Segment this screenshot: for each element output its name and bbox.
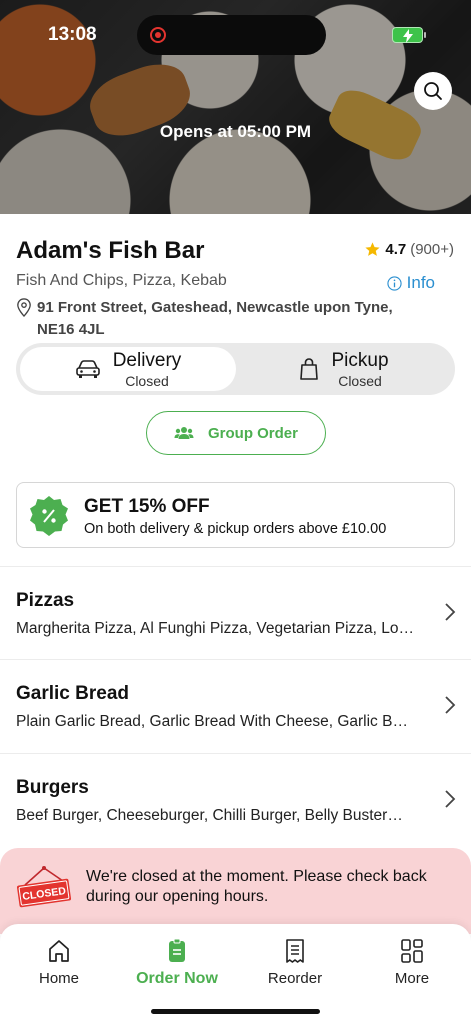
category-name: Pizzas — [16, 590, 75, 611]
tab-label: Reorder — [267, 970, 323, 987]
tab-home[interactable]: Home — [0, 938, 118, 987]
category-row-burgers[interactable]: Burgers Beef Burger, Cheeseburger, Chill… — [16, 777, 456, 825]
tab-reorder[interactable]: Reorder — [236, 938, 354, 987]
delivery-label: Delivery — [112, 349, 182, 371]
recording-icon — [150, 27, 166, 43]
promo-title: GET 15% OFF — [84, 496, 210, 517]
location-pin-icon — [17, 298, 31, 317]
closed-banner: CLOSED We're closed at the moment. Pleas… — [0, 848, 471, 934]
rating: 4.7 (900+) — [364, 241, 454, 258]
category-name: Garlic Bread — [16, 683, 129, 704]
shopping-bag-icon — [300, 358, 319, 380]
category-items: Beef Burger, Cheeseburger, Chilli Burger… — [16, 807, 403, 824]
battery-icon — [392, 27, 426, 43]
pickup-label: Pickup — [331, 349, 389, 371]
category-row-pizzas[interactable]: Pizzas Margherita Pizza, Al Funghi Pizza… — [16, 590, 456, 638]
order-icon — [169, 938, 185, 962]
closed-message: We're closed at the moment. Please check… — [86, 868, 427, 905]
tab-label: Order Now — [136, 970, 218, 987]
group-icon — [174, 427, 194, 439]
category-row-garlic-bread[interactable]: Garlic Bread Plain Garlic Bread, Garlic … — [16, 683, 456, 731]
chevron-right-icon — [445, 790, 456, 808]
rating-value: 4.7 — [385, 241, 407, 258]
grid-icon — [401, 939, 423, 963]
tab-order-now[interactable]: Order Now — [118, 938, 236, 988]
info-icon — [387, 275, 402, 291]
dynamic-island — [137, 15, 326, 55]
star-icon — [365, 242, 380, 256]
chevron-right-icon — [445, 603, 456, 621]
cuisine-list: Fish And Chips, Pizza, Kebab — [16, 272, 227, 289]
home-indicator — [151, 1009, 320, 1014]
info-label: Info — [406, 273, 435, 292]
search-icon — [424, 82, 442, 100]
order-mode-toggle: Delivery Closed Pickup Closed — [16, 343, 455, 395]
opening-time-label: Opens at 05:00 PM — [159, 122, 312, 141]
search-button[interactable] — [414, 72, 452, 110]
tab-label: More — [394, 970, 430, 987]
divider — [0, 566, 471, 567]
discount-badge-icon — [30, 496, 68, 536]
category-items: Margherita Pizza, Al Funghi Pizza, Veget… — [16, 620, 415, 637]
info-button[interactable]: Info — [387, 273, 435, 293]
promo-subtitle: On both delivery & pickup orders above £… — [84, 521, 387, 537]
home-icon — [49, 940, 69, 962]
pickup-option[interactable]: Pickup Closed — [236, 347, 452, 391]
closed-sign-icon: CLOSED — [16, 866, 72, 908]
category-items: Plain Garlic Bread, Garlic Bread With Ch… — [16, 713, 408, 730]
group-order-button[interactable]: Group Order — [146, 411, 326, 455]
pickup-status: Closed — [338, 372, 382, 389]
restaurant-name: Adam's Fish Bar — [16, 237, 205, 264]
delivery-option[interactable]: Delivery Closed — [20, 347, 236, 391]
receipt-icon — [286, 939, 304, 963]
divider — [0, 659, 471, 660]
restaurant-address: 91 Front Street, Gateshead, Newcastle up… — [16, 297, 396, 341]
address-text: 91 Front Street, Gateshead, Newcastle up… — [37, 299, 393, 338]
chevron-right-icon — [445, 696, 456, 714]
tab-more[interactable]: More — [353, 938, 471, 987]
status-time: 13:08 — [48, 24, 97, 45]
group-order-label: Group Order — [207, 424, 298, 442]
car-icon — [75, 360, 100, 378]
category-name: Burgers — [16, 777, 89, 798]
rating-count: (900+) — [410, 241, 454, 258]
promo-card[interactable]: GET 15% OFF On both delivery & pickup or… — [16, 482, 455, 548]
delivery-status: Closed — [125, 372, 169, 389]
tab-label: Home — [38, 970, 79, 987]
divider — [0, 753, 471, 754]
